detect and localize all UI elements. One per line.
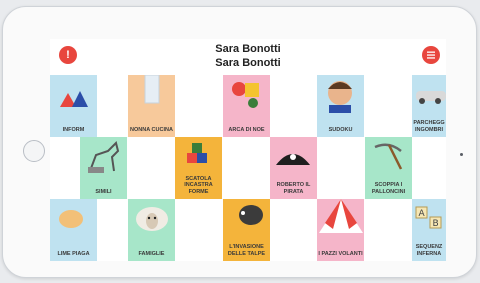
tile-label: SCATOLA INCASTRA FORME	[184, 175, 213, 195]
page-subtitle: Sara Bonotti	[215, 57, 281, 69]
striped-balloon-icon	[319, 199, 363, 233]
exclamation-icon: !	[66, 49, 70, 61]
camera-dot	[460, 153, 463, 156]
child-face-icon	[328, 81, 352, 113]
tile-lime-piaga[interactable]: LIME PIAGA	[50, 199, 97, 261]
tile-scoppia[interactable]: SCOPPIA I PALLONCINI	[365, 137, 412, 199]
svg-text:B: B	[433, 219, 439, 229]
shapes-icon	[60, 91, 88, 107]
game-grid: INFORM NONNA CUCINA ARCA DI NOE SUDOKU P…	[50, 75, 446, 261]
glass-icon	[144, 75, 160, 104]
tile-pazzi-volanti[interactable]: I PAZZI VOLANTI	[317, 199, 364, 261]
tile-label: FAMIGLIE	[138, 250, 165, 257]
food-icon	[59, 210, 83, 228]
tile-label: INFORM	[62, 126, 85, 133]
tile-label: LIME PIAGA	[57, 250, 90, 257]
pickaxe-icon	[374, 143, 403, 170]
tile-label: PARCHEGG INGOMBRI	[413, 120, 445, 133]
tile-scatola[interactable]: SCATOLA INCASTRA FORME	[175, 137, 222, 199]
tile-label: ARCA DI NOE	[228, 126, 265, 133]
tile-label: NONNA CUCINA	[130, 126, 173, 133]
svg-text:A: A	[419, 209, 426, 219]
tile-label: SEQUENZ INFERNA	[415, 244, 443, 257]
tile-informa[interactable]: INFORM	[50, 75, 97, 137]
tile-label: ROBERTO IL PIRATA	[276, 182, 311, 195]
sheep-icon	[136, 207, 168, 231]
pirate-hat-icon	[276, 154, 310, 165]
tablet-frame: Sara Bonotti Sara Bonotti ! INFORM NONNA…	[2, 6, 477, 278]
horse-icon	[88, 141, 120, 173]
tile-sudoku[interactable]: SUDOKU	[317, 75, 364, 137]
toys-icon	[232, 82, 259, 108]
info-button[interactable]: !	[59, 46, 77, 64]
app-screen: Sara Bonotti Sara Bonotti ! INFORM NONNA…	[50, 39, 446, 261]
tile-label: L'INVASIONE DELLE TALPE	[227, 244, 266, 257]
tile-label: SIMILI	[95, 188, 112, 195]
tile-roberto[interactable]: ROBERTO IL PIRATA	[270, 137, 317, 199]
tile-parcheggio[interactable]: PARCHEGG INGOMBRI	[412, 75, 446, 137]
tile-sequenze[interactable]: A B SEQUENZ INFERNA	[412, 199, 446, 261]
tile-nonna-cucina[interactable]: NONNA CUCINA	[128, 75, 175, 137]
home-button[interactable]	[23, 140, 45, 162]
tile-invasione[interactable]: L'INVASIONE DELLE TALPE	[223, 199, 270, 261]
tile-label: I PAZZI VOLANTI	[318, 250, 363, 257]
top-bar: Sara Bonotti Sara Bonotti !	[50, 39, 446, 75]
mole-icon	[239, 205, 263, 225]
menu-button[interactable]	[422, 46, 440, 64]
hamburger-menu-icon	[427, 51, 435, 59]
page-title: Sara Bonotti	[215, 43, 281, 55]
letter-blocks-icon: A B	[415, 206, 442, 229]
tile-label: SUDOKU	[328, 126, 353, 133]
car-icon	[416, 91, 446, 104]
blocks-icon	[187, 143, 207, 163]
tile-famiglie[interactable]: FAMIGLIE	[128, 199, 175, 261]
tile-arca-di-noe[interactable]: ARCA DI NOE	[223, 75, 270, 137]
tile-label: SCOPPIA I PALLONCINI	[371, 182, 406, 195]
tile-simili[interactable]: SIMILI	[80, 137, 127, 199]
